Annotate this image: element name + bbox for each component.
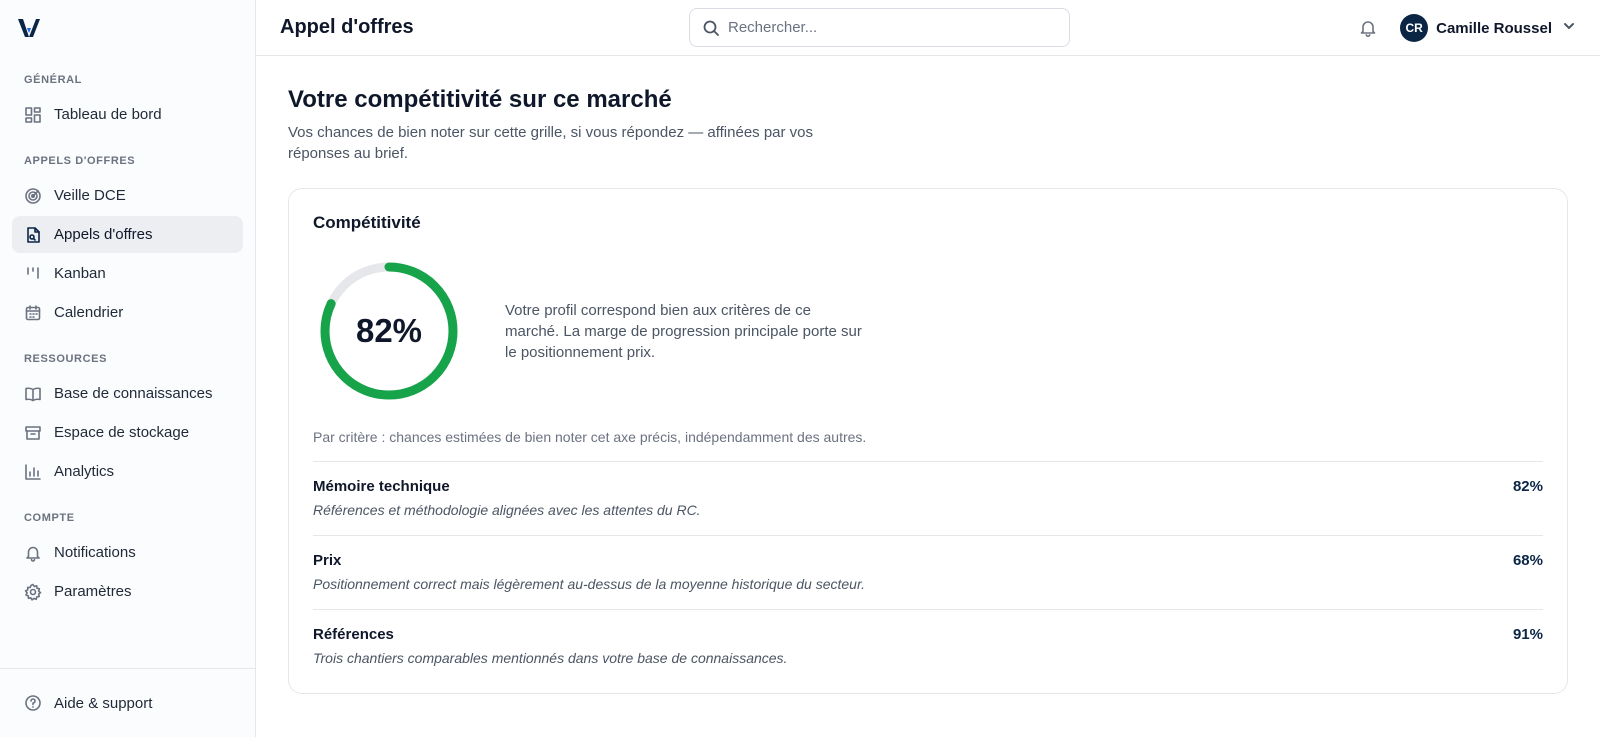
criterion-value: 91% [1512, 626, 1543, 643]
sidebar-item-label: Appels d'offres [54, 226, 153, 243]
criterion-value: 68% [1512, 552, 1543, 569]
avatar[interactable]: CR [1400, 14, 1429, 42]
criterion-row: Mémoire technique Références et méthodol… [313, 462, 1543, 536]
radar-icon [24, 187, 42, 205]
help-circle-icon [24, 694, 42, 712]
page-subtitle: Vos chances de bien noter sur cette gril… [288, 124, 814, 162]
sidebar-item-label: Notifications [54, 544, 136, 561]
card-title: Compétitivité [313, 213, 421, 232]
search-input[interactable] [728, 19, 1048, 36]
sidebar-item-label: Base de connaissances [54, 385, 213, 402]
gauge-percentage: 82% [355, 312, 423, 349]
sidebar-item-label: Veille DCE [54, 187, 126, 204]
gauge-row: 82% Votre profil correspond bien aux cri… [313, 259, 1543, 403]
sidebar-item-espace-de-stockage[interactable]: Espace de stockage [12, 414, 243, 451]
criterion-name: Références [313, 626, 394, 643]
page-header-title: Appel d'offres [280, 16, 414, 38]
bell-icon [24, 544, 42, 562]
sidebar-item-veille-dce[interactable]: Veille DCE [12, 177, 243, 214]
sidebar-item-label: Aide & support [54, 694, 153, 712]
criterion-name: Mémoire technique [313, 478, 450, 495]
criteria-list: Mémoire technique Références et méthodol… [313, 461, 1543, 684]
sidebar-item-label: Espace de stockage [54, 424, 190, 441]
sidebar-item-calendrier[interactable]: Calendrier [12, 294, 243, 331]
sidebar-item-kanban[interactable]: Kanban [12, 255, 243, 292]
search-icon [703, 20, 719, 36]
search-box[interactable] [689, 8, 1070, 47]
criteria-note: Par critère : chances estimées de bien n… [313, 429, 867, 445]
sidebar-item-tableau-de-bord[interactable]: Tableau de bord [12, 96, 243, 133]
topbar: Appel d'offres CR Camille Roussel [256, 0, 1600, 56]
topbar-right: CR Camille Roussel [1358, 0, 1576, 56]
section-label-general: GÉNÉRAL [24, 74, 82, 86]
document-icon [24, 226, 42, 244]
book-icon [24, 385, 42, 403]
main-area: Appel d'offres CR Camille Roussel Votre … [256, 0, 1600, 737]
sidebar-item-base-de-connaissances[interactable]: Base de connaissances [12, 375, 243, 412]
criterion-description: Positionnement correct mais légèrement a… [313, 576, 865, 592]
sidebar-item-label: Tableau de bord [54, 106, 162, 123]
sidebar-item-notifications[interactable]: Notifications [12, 534, 243, 571]
criterion-row: Références Trois chantiers comparables m… [313, 610, 1543, 684]
gear-icon [24, 583, 42, 601]
user-name[interactable]: Camille Roussel [1436, 20, 1552, 37]
criterion-value: 82% [1512, 478, 1543, 495]
section-label-ressources: RESSOURCES [24, 353, 108, 365]
archive-icon [24, 424, 42, 442]
sidebar-item-label: Calendrier [54, 304, 124, 321]
content: Votre compétitivité sur ce marché Vos ch… [256, 56, 1600, 694]
section-label-compte: COMPTE [24, 512, 75, 524]
app-logo[interactable] [0, 0, 255, 56]
score-summary: Votre profil correspond bien aux critère… [505, 301, 862, 361]
notification-bell-icon[interactable] [1358, 18, 1378, 38]
competitivity-card: Compétitivité 82% Votre profil correspon… [288, 188, 1568, 694]
score-gauge: 82% [317, 259, 461, 403]
bar-chart-icon [24, 463, 42, 481]
criterion-description: Références et méthodologie alignées avec… [313, 502, 701, 518]
sidebar-item-label: Paramètres [54, 583, 132, 600]
sidebar-item-appels-d-offres[interactable]: Appels d'offres [12, 216, 243, 253]
dashboard-icon [24, 106, 42, 124]
sidebar-item-analytics[interactable]: Analytics [12, 453, 243, 490]
section-label-appels: APPELS D'OFFRES [24, 155, 136, 167]
chevron-down-icon[interactable] [1562, 19, 1576, 38]
vertice-logo-icon [18, 19, 40, 37]
criterion-description: Trois chantiers comparables mentionnés d… [313, 650, 788, 666]
sidebar-item-label: Analytics [54, 463, 115, 480]
sidebar-footer: Aide & support [0, 668, 255, 737]
criterion-row: Prix Positionnement correct mais légèrem… [313, 536, 1543, 610]
calendar-icon [24, 304, 42, 322]
page-title: Votre compétitivité sur ce marché [288, 86, 672, 113]
sidebar-item-aide-support[interactable]: Aide & support [12, 685, 243, 722]
sidebar: GÉNÉRAL Tableau de bord APPELS D'OFFRES … [0, 0, 256, 737]
criterion-name: Prix [313, 552, 342, 569]
sidebar-item-label: Kanban [54, 265, 106, 282]
sidebar-nav: GÉNÉRAL Tableau de bord APPELS D'OFFRES … [0, 56, 255, 668]
kanban-icon [24, 265, 42, 283]
sidebar-item-parametres[interactable]: Paramètres [12, 573, 243, 610]
